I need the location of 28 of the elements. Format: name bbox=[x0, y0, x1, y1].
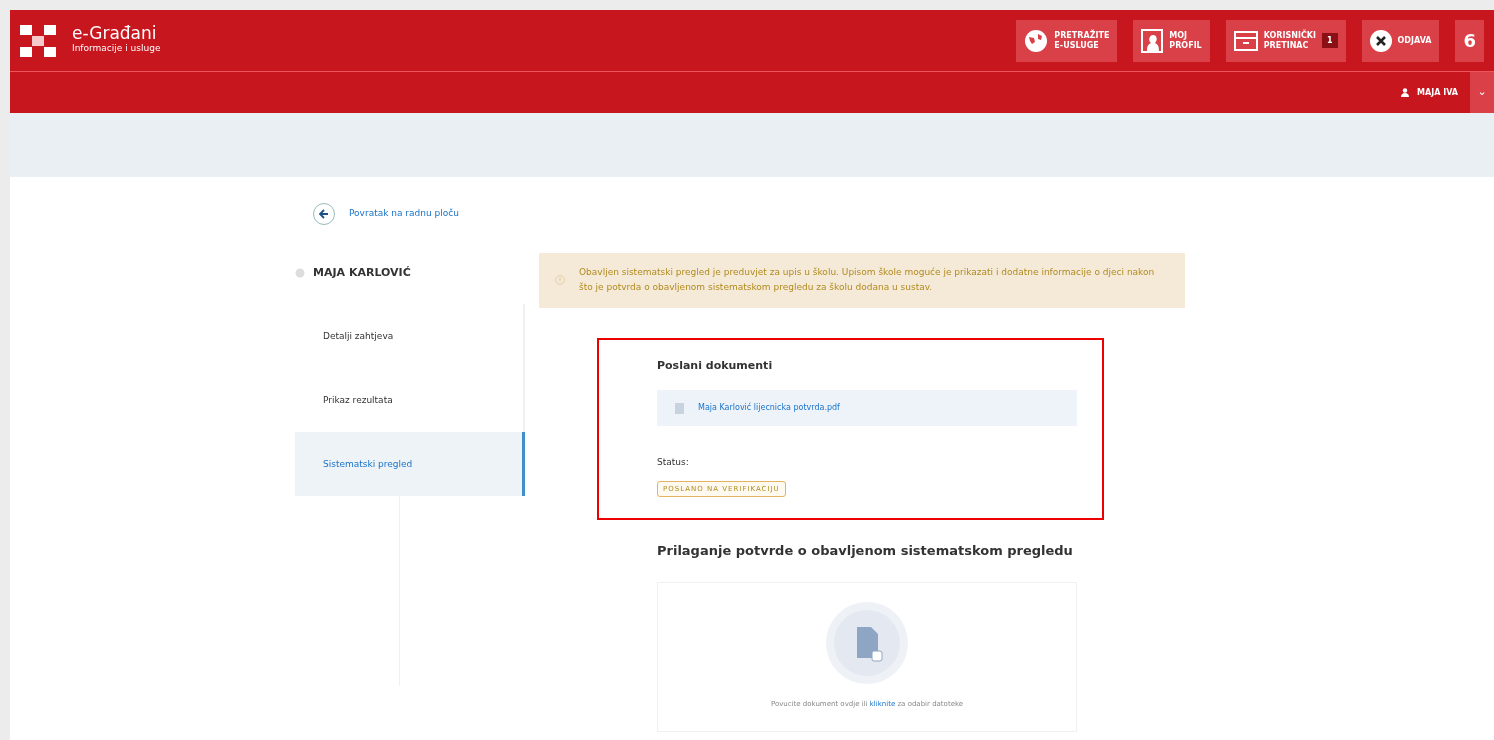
alert-text: Obavljen sistematski pregled je preduvjet za upis u školu. Upisom škole moguće je prikazati i dodatne informacije o djeci nakon što je potvrda o obavljenom sistematskom pregledu za školu dodana u sustav. bbox=[579, 266, 1156, 295]
header-button[interactable]: ODJAVA bbox=[1361, 19, 1440, 62]
status-label: Status: bbox=[657, 456, 690, 470]
header-button[interactable]: 6 bbox=[1455, 19, 1484, 62]
header-button[interactable]: PRETRAŽITE E-USLUGE bbox=[1016, 19, 1118, 62]
sidebar-item[interactable]: Sistematski pregled bbox=[295, 431, 525, 496]
header-button[interactable]: KORISNIČKI PRETINAC 1 bbox=[1225, 19, 1346, 62]
logo-icon bbox=[20, 24, 56, 57]
user-menu-button[interactable]: ⌄ bbox=[1470, 72, 1494, 113]
header-button[interactable]: MOJ PROFIL bbox=[1133, 19, 1210, 62]
brand-title: e-Građani bbox=[72, 25, 158, 43]
person-icon bbox=[295, 268, 305, 279]
back-link[interactable]: Povratak na radnu ploču bbox=[313, 203, 525, 225]
notification-badge: 1 bbox=[1322, 32, 1338, 49]
section-title: Prilaganje potvrde o obavljenom sistematskom pregledu bbox=[657, 541, 1074, 560]
sidebar-item[interactable]: Detalji zahtjeva bbox=[295, 303, 525, 368]
globe-icon bbox=[1024, 28, 1049, 53]
document-link[interactable]: Maja Karlović lijecnicka potvrda.pdf bbox=[657, 390, 1077, 427]
user-name[interactable]: MAJA IVA bbox=[1417, 86, 1458, 99]
person-name: MAJA KARLOVIĆ bbox=[313, 265, 411, 281]
profile-icon bbox=[1141, 28, 1164, 53]
inbox-icon bbox=[1233, 30, 1258, 51]
user-icon bbox=[1401, 88, 1410, 97]
document-upload-icon bbox=[825, 601, 909, 686]
section-title: Poslani dokumenti bbox=[657, 357, 774, 374]
document-icon bbox=[675, 402, 684, 414]
close-icon bbox=[1369, 29, 1392, 52]
brand-subtitle: Informacije i usluge bbox=[72, 42, 161, 56]
